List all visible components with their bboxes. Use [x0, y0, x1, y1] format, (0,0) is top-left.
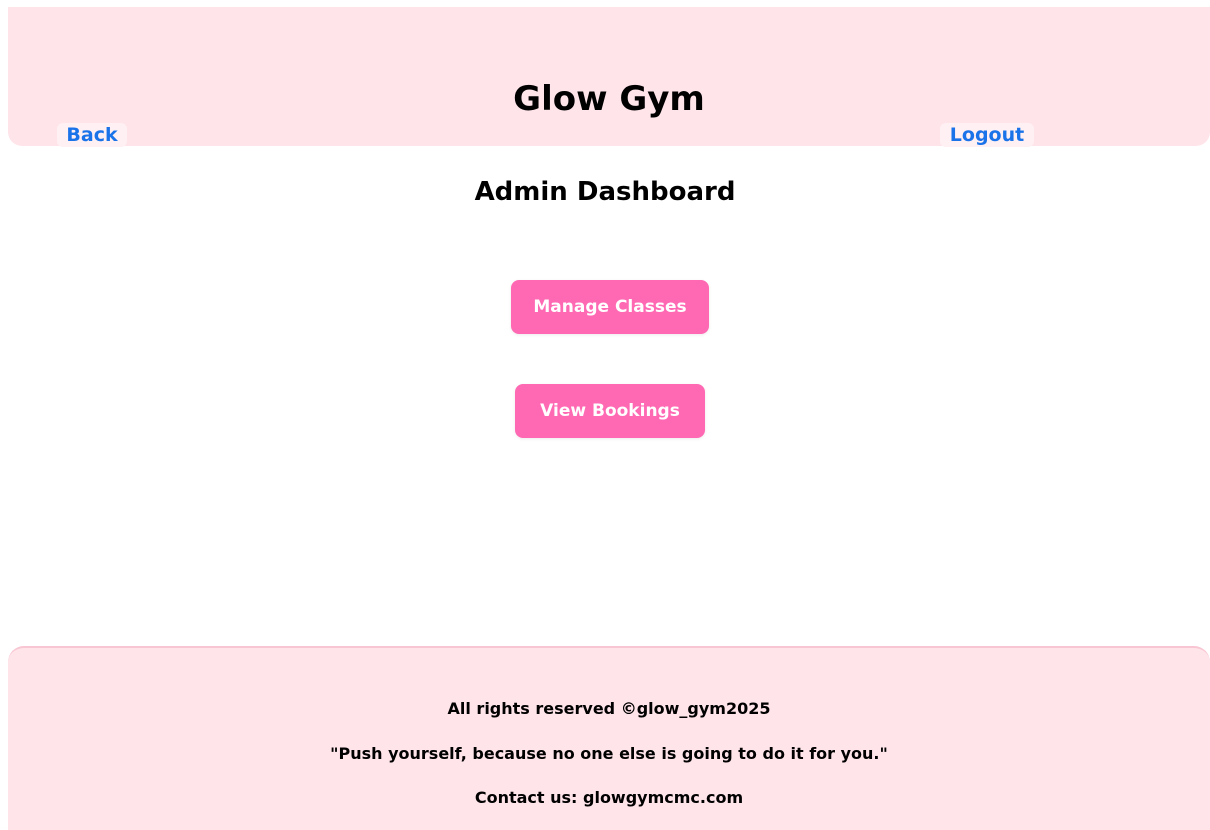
logout-link[interactable]: Logout [940, 123, 1034, 147]
page-title: Admin Dashboard [474, 177, 736, 207]
page: Glow Gym Back Logout Admin Dashboard Man… [0, 0, 1210, 830]
back-link[interactable]: Back [57, 123, 127, 147]
footer-copyright: All rights reserved ©glow_gym2025 [447, 699, 771, 718]
view-bookings-button[interactable]: View Bookings [515, 384, 705, 438]
manage-classes-button[interactable]: Manage Classes [511, 280, 709, 334]
site-footer: All rights reserved ©glow_gym2025 "Push … [8, 646, 1210, 830]
site-title: Glow Gym [513, 79, 705, 119]
footer-quote: "Push yourself, because no one else is g… [330, 744, 888, 763]
footer-contact: Contact us: glowgymcmc.com [474, 788, 744, 807]
site-header: Glow Gym Back Logout [8, 7, 1210, 147]
